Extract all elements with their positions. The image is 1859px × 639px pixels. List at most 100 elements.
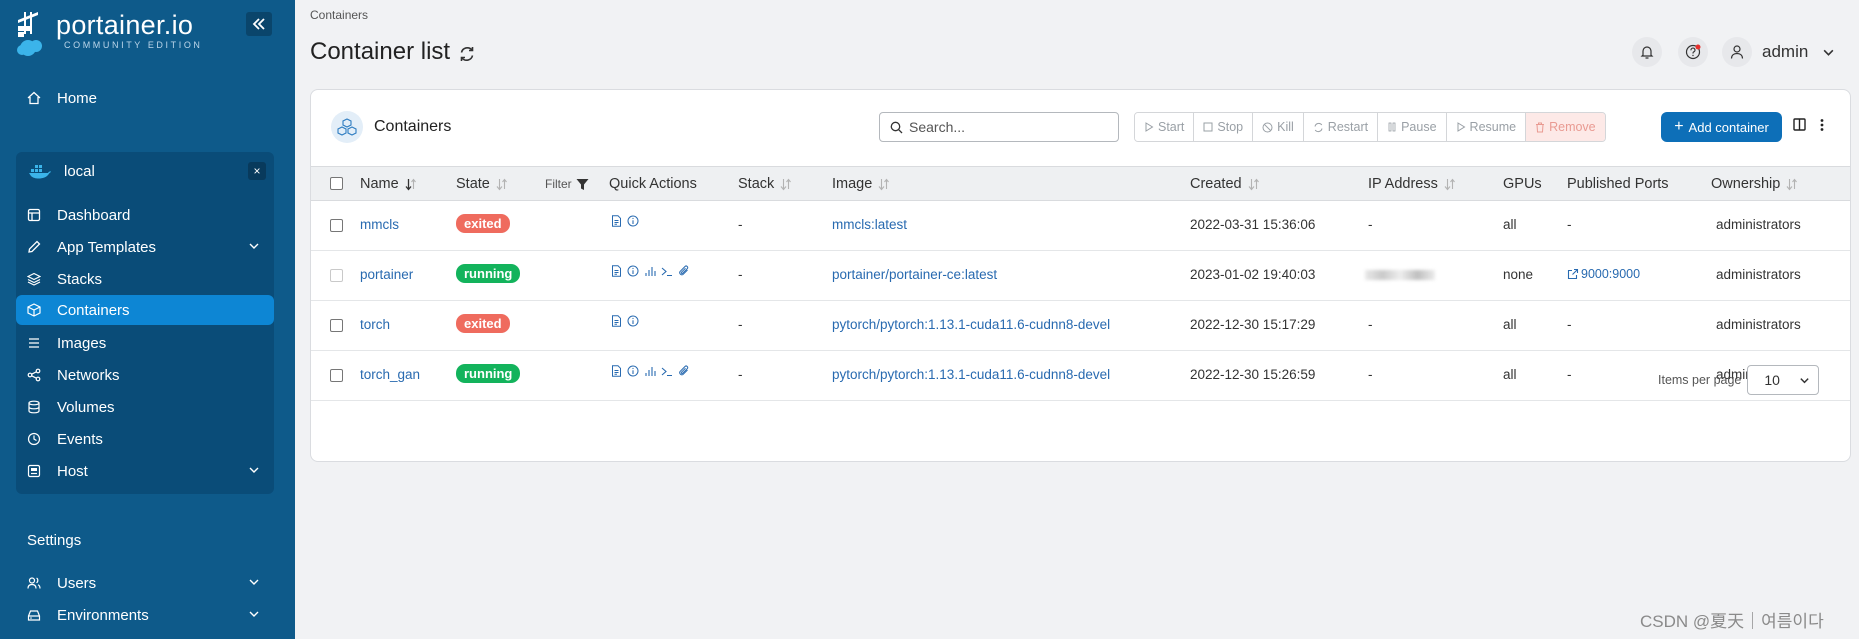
user-menu[interactable]: admin (1722, 37, 1835, 67)
column-label: Name (360, 176, 399, 192)
settings-section-title: Settings (27, 532, 82, 549)
column-published-ports: Published Ports (1567, 176, 1669, 192)
containers-card: Containers Start Stop Kill Restart Pause… (310, 89, 1851, 462)
ownership-value: administrators (1716, 217, 1801, 232)
status-badge: running (456, 364, 521, 383)
sidebar-item-images[interactable]: Images (16, 328, 274, 358)
image-link[interactable]: portainer/portainer-ce:latest (832, 267, 997, 282)
column-ownership[interactable]: Ownership (1711, 176, 1798, 192)
quick-actions (611, 265, 690, 277)
console-icon[interactable] (661, 365, 673, 377)
brand-name: portainer.io (56, 10, 194, 40)
more-options-icon[interactable] (1819, 117, 1825, 133)
card-header: Containers (331, 111, 451, 143)
sidebar-item-label: Events (57, 430, 103, 448)
sidebar-item-stacks[interactable]: Stacks (16, 264, 274, 294)
kill-button[interactable]: Kill (1253, 113, 1304, 141)
column-ip-address[interactable]: IP Address (1368, 176, 1456, 192)
external-link-icon (1567, 268, 1579, 280)
remove-label: Remove (1549, 120, 1596, 134)
container-name-link[interactable]: portainer (360, 267, 413, 282)
logs-icon[interactable] (611, 365, 622, 377)
status-badge: exited (456, 214, 510, 233)
logs-icon[interactable] (611, 315, 622, 327)
image-link[interactable]: mmcls:latest (832, 217, 907, 232)
stats-icon[interactable] (644, 365, 656, 377)
info-icon[interactable] (627, 365, 639, 377)
container-name-link[interactable]: torch_gan (360, 367, 420, 382)
info-icon[interactable] (627, 315, 639, 327)
bell-icon (1640, 46, 1654, 59)
sidebar-item-networks[interactable]: Networks (16, 360, 274, 390)
column-image[interactable]: Image (832, 176, 890, 192)
restart-button[interactable]: Restart (1303, 113, 1379, 141)
sidebar-item-volumes[interactable]: Volumes (16, 392, 274, 422)
search-input[interactable] (909, 119, 1109, 135)
attach-icon[interactable] (678, 265, 690, 277)
ownership-value: administrators (1716, 317, 1801, 332)
container-name-link[interactable]: mmcls (360, 217, 399, 232)
sidebar-item-host[interactable]: Host (16, 456, 274, 486)
column-state[interactable]: State (456, 176, 508, 192)
ip-value: - (1368, 367, 1373, 382)
collapse-sidebar-button[interactable] (246, 12, 272, 36)
sidebar-item-app-templates[interactable]: App Templates (16, 232, 274, 262)
stack-value: - (738, 217, 743, 232)
chevron-down-icon (1800, 377, 1810, 383)
sidebar-item-users[interactable]: Users (16, 568, 274, 598)
search-box[interactable] (879, 112, 1119, 142)
sort-icon (780, 178, 792, 191)
refresh-icon[interactable] (458, 45, 476, 63)
column-stack[interactable]: Stack (738, 176, 792, 192)
user-icon (1730, 45, 1744, 59)
sidebar-item-home[interactable]: Home (16, 83, 274, 113)
column-created[interactable]: Created (1190, 176, 1260, 192)
sidebar-item-dashboard[interactable]: Dashboard (16, 200, 274, 230)
sidebar-item-containers[interactable]: Containers (16, 295, 274, 325)
remove-button[interactable]: Remove (1526, 113, 1605, 141)
home-icon (26, 90, 42, 106)
row-checkbox[interactable] (330, 319, 343, 332)
row-checkbox[interactable] (330, 369, 343, 382)
database-icon (26, 399, 42, 415)
info-icon[interactable] (627, 215, 639, 227)
image-link[interactable]: pytorch/pytorch:1.13.1-cuda11.6-cudnn8-d… (832, 317, 1110, 332)
container-name-link[interactable]: torch (360, 317, 390, 332)
sort-icon (878, 178, 890, 191)
state-filter[interactable]: Filter (545, 177, 589, 191)
add-container-button[interactable]: + Add container (1661, 112, 1782, 142)
columns-icon[interactable] (1793, 118, 1806, 131)
sidebar-item-label: Environments (57, 606, 149, 624)
items-per-page-label: Items per page (1658, 373, 1742, 387)
stats-icon[interactable] (644, 265, 656, 277)
column-name[interactable]: Name (360, 176, 417, 192)
start-button[interactable]: Start (1135, 113, 1195, 141)
watermark: CSDN @夏天｜여름이다 (1640, 612, 1824, 631)
sidebar-item-events[interactable]: Events (16, 424, 274, 454)
list-icon (26, 335, 42, 351)
table-row: torch exited - pytorch/pytorch:1.13.1-cu… (311, 301, 1850, 351)
pause-button[interactable]: Pause (1378, 113, 1447, 141)
row-checkbox[interactable] (330, 219, 343, 232)
logs-icon[interactable] (611, 265, 622, 277)
sidebar-item-label: Volumes (57, 398, 115, 416)
close-environment-button[interactable]: × (248, 162, 266, 180)
image-link[interactable]: pytorch/pytorch:1.13.1-cuda11.6-cudnn8-d… (832, 367, 1110, 382)
sidebar-item-environments[interactable]: Environments (16, 600, 274, 630)
help-button[interactable] (1678, 37, 1708, 67)
notifications-button[interactable] (1632, 37, 1662, 67)
breadcrumb[interactable]: Containers (310, 8, 368, 22)
console-icon[interactable] (661, 265, 673, 277)
resume-button[interactable]: Resume (1446, 113, 1527, 141)
published-port-link[interactable]: 9000:9000 (1567, 267, 1640, 281)
help-icon (1685, 44, 1701, 60)
stop-button[interactable]: Stop (1194, 113, 1254, 141)
items-per-page-select[interactable]: 10 (1747, 365, 1820, 395)
select-all-checkbox[interactable] (330, 177, 343, 190)
logs-icon[interactable] (611, 215, 622, 227)
info-icon[interactable] (627, 265, 639, 277)
sidebar-item-label: Containers (57, 301, 130, 319)
attach-icon[interactable] (678, 365, 690, 377)
quick-actions (611, 215, 639, 227)
portainer-logo[interactable]: portainer.io COMMUNITY EDITION (14, 10, 203, 58)
